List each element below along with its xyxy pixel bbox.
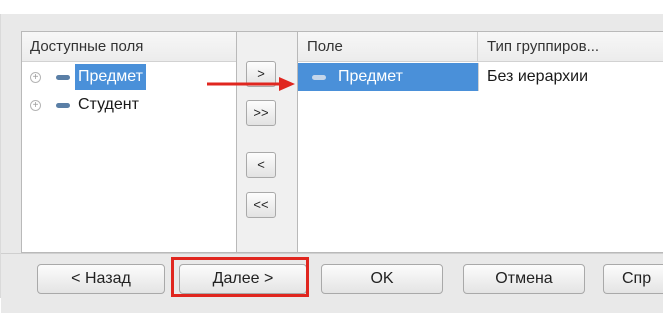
table-cell-group-type-wrap[interactable]: Без иерархии	[478, 63, 663, 91]
field-icon	[56, 103, 70, 108]
remove-field-button[interactable]: <	[246, 152, 276, 178]
field-icon	[312, 75, 326, 80]
grouping-table[interactable]: Поле Тип группиров... Предмет Без иерарх…	[297, 31, 663, 253]
available-field-row[interactable]: + Предмет	[22, 63, 236, 91]
cancel-button[interactable]: Отмена	[463, 264, 585, 294]
highlight-frame	[171, 257, 309, 297]
available-fields-panel[interactable]: Доступные поля + Предмет + Студент	[21, 31, 237, 253]
back-button[interactable]: < Назад	[37, 264, 165, 294]
available-field-row[interactable]: + Студент	[22, 91, 236, 119]
expand-icon[interactable]: +	[30, 100, 41, 111]
help-button[interactable]: Спр	[603, 264, 663, 294]
remove-all-fields-button[interactable]: <<	[246, 192, 276, 218]
table-row[interactable]: Предмет	[298, 63, 478, 91]
field-icon	[56, 75, 70, 80]
table-cell-field: Предмет	[338, 68, 403, 85]
top-strip	[0, 0, 663, 14]
wizard-frame: Доступные поля + Предмет + Студент > >> …	[0, 14, 663, 313]
column-header-group-type[interactable]: Тип группиров...	[478, 32, 663, 62]
available-field-label: Предмет	[75, 64, 146, 90]
add-all-fields-button[interactable]: >>	[246, 100, 276, 126]
column-header-field[interactable]: Поле	[298, 32, 478, 62]
available-fields-header: Доступные поля	[22, 32, 236, 62]
table-cell-group-type: Без иерархии	[487, 68, 589, 85]
annotation-arrow-icon	[207, 77, 295, 91]
expand-icon[interactable]: +	[30, 72, 41, 83]
ok-button[interactable]: OK	[321, 264, 443, 294]
available-field-label: Студент	[78, 96, 139, 113]
